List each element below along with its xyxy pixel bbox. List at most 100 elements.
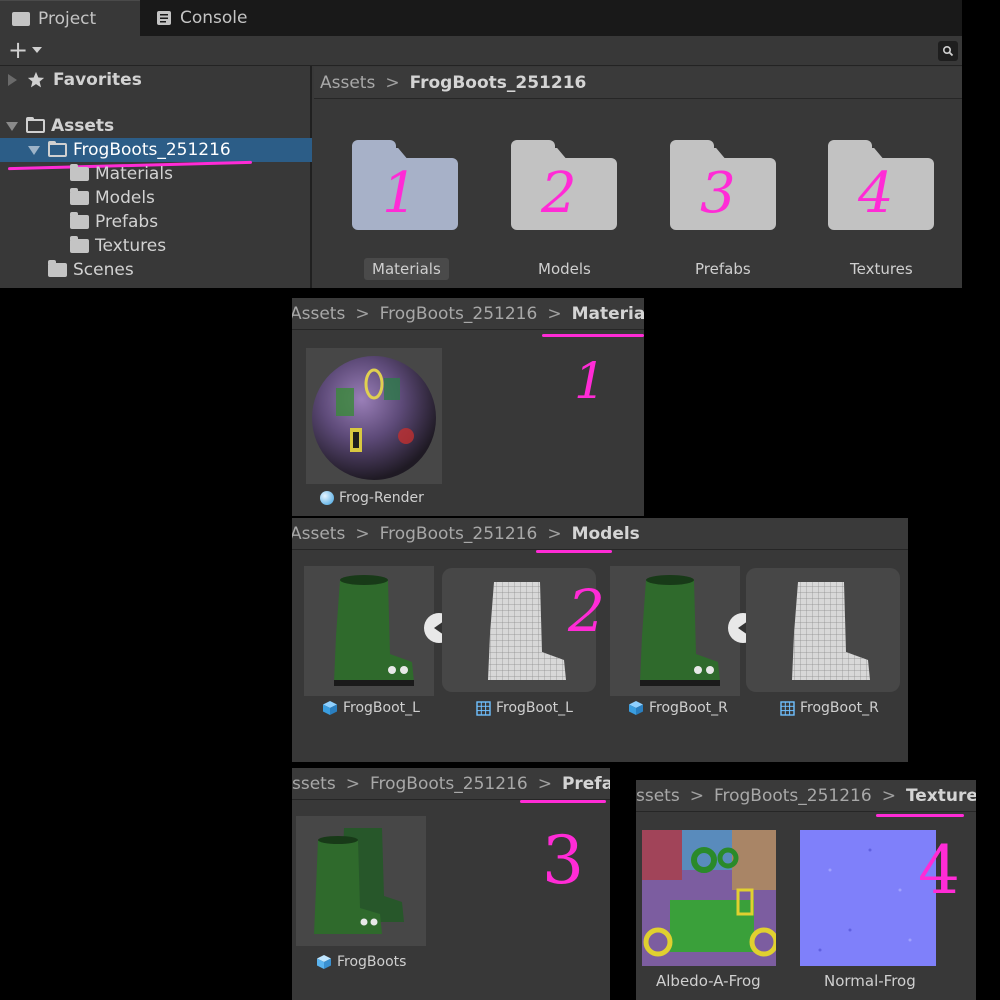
annotation-underline (536, 550, 612, 553)
annotation-number: 3 (542, 822, 584, 899)
breadcrumb-current[interactable]: Prefabs (562, 774, 610, 794)
breadcrumb: ssets > FrogBoots_251216 > Textures (636, 780, 976, 812)
annotation-number: 2 (568, 577, 605, 645)
folder-open-icon (26, 117, 45, 133)
materials-panel: Assets > FrogBoots_251216 > Materials 1 … (292, 298, 644, 516)
mesh-thumbnail[interactable] (746, 568, 900, 692)
collapse-arrow-icon (6, 121, 18, 131)
texture-item[interactable]: Normal-Frog (824, 972, 916, 990)
model-thumbnail[interactable] (304, 566, 434, 696)
annotation-number: 1 (574, 352, 606, 410)
star-icon (27, 71, 45, 88)
folder-icon (70, 212, 89, 229)
folder-icon (70, 236, 89, 253)
folder-label-models[interactable]: Models (538, 260, 591, 278)
mesh-item[interactable]: FrogBoot_L (476, 700, 573, 716)
breadcrumb-mid[interactable]: FrogBoots_251216 (380, 304, 538, 324)
material-sphere-icon (320, 491, 334, 505)
albedo-texture-thumbnail[interactable] (642, 830, 779, 966)
chevron-right-icon: > (689, 785, 704, 806)
tree-frogboots-folder[interactable]: FrogBoots_251216 (0, 138, 312, 162)
tab-project[interactable]: Project (0, 0, 140, 36)
folder-icon (12, 11, 30, 26)
breadcrumb-root[interactable]: Assets (292, 304, 345, 324)
prefab-thumbnail[interactable] (296, 816, 426, 946)
material-thumbnail[interactable] (306, 348, 442, 484)
breadcrumb-current[interactable]: FrogBoots_251216 (410, 73, 587, 93)
breadcrumb: Assets > FrogBoots_251216 (314, 67, 962, 99)
breadcrumb-root[interactable]: ssets (292, 774, 336, 794)
chevron-right-icon: > (345, 773, 360, 794)
annotation-number: 2 (541, 161, 577, 226)
texture-normal-icon (800, 830, 936, 966)
folder-label-materials[interactable]: Materials (364, 258, 449, 280)
search-icon (942, 45, 954, 57)
folder-label-textures[interactable]: Textures (850, 260, 913, 278)
breadcrumb-current[interactable]: Textures (906, 786, 976, 806)
breadcrumb-root[interactable]: ssets (636, 786, 680, 806)
breadcrumb-mid[interactable]: FrogBoots_251216 (370, 774, 528, 794)
tree-item-scenes[interactable]: Scenes (0, 258, 312, 282)
model-cube-icon (629, 701, 643, 715)
material-item[interactable]: Frog-Render (320, 490, 424, 506)
add-button[interactable]: + (8, 38, 43, 62)
texture-item[interactable]: Albedo-A-Frog (656, 972, 761, 990)
collapse-arrow-icon (28, 145, 40, 155)
breadcrumb-root[interactable]: Assets (320, 73, 375, 93)
project-window: Project Console + Favorites Assets FrogB… (0, 0, 962, 288)
material-sphere-preview (312, 356, 436, 480)
breadcrumb-current[interactable]: Models (572, 524, 640, 544)
model-item-label: FrogBoot_R (649, 700, 728, 716)
folder-open-icon (48, 141, 67, 157)
annotation-underline (542, 334, 644, 337)
annotation-underline (876, 814, 964, 817)
tree-assets[interactable]: Assets (0, 114, 312, 138)
model-item-label: FrogBoot_L (343, 700, 420, 716)
boots-pair-preview (314, 828, 404, 934)
folder-tree: Favorites Assets FrogBoots_251216 Materi… (0, 66, 312, 288)
model-item[interactable]: FrogBoot_R (628, 700, 728, 716)
breadcrumb-mid[interactable]: FrogBoots_251216 (714, 786, 872, 806)
folder-textures-icon[interactable]: 4 (828, 140, 934, 230)
folder-prefabs-icon[interactable]: 3 (670, 140, 776, 230)
tree-item-models[interactable]: Models (0, 186, 312, 210)
tree-item-label: Scenes (73, 260, 134, 280)
folder-icon (70, 188, 89, 205)
tree-item-textures[interactable]: Textures (0, 234, 312, 258)
mesh-item-label: FrogBoot_L (496, 700, 573, 716)
mesh-item[interactable]: FrogBoot_R (780, 700, 879, 716)
mesh-grid-icon (780, 700, 795, 716)
folder-icon (70, 164, 89, 181)
prefabs-panel: ssets > FrogBoots_251216 > Prefabs 3 Fro… (292, 768, 610, 1000)
boot-preview (334, 575, 414, 686)
texture-item-label: Albedo-A-Frog (656, 972, 761, 990)
textures-panel: ssets > FrogBoots_251216 > Textures Albe… (636, 780, 976, 1000)
folder-materials-icon[interactable]: 1 (352, 140, 458, 230)
mesh-preview (792, 582, 870, 680)
annotation-number: 4 (918, 832, 960, 909)
breadcrumb-current[interactable]: Materials (572, 304, 644, 324)
model-item[interactable]: FrogBoot_L (322, 700, 420, 716)
tree-item-label: Prefabs (95, 212, 159, 232)
tab-bar: Project Console (0, 0, 962, 36)
folder-label-prefabs[interactable]: Prefabs (695, 260, 751, 278)
model-thumbnail[interactable] (610, 566, 740, 696)
search-button[interactable] (938, 41, 958, 61)
tree-item-materials[interactable]: Materials (0, 162, 312, 186)
breadcrumb-root[interactable]: Assets (292, 524, 345, 544)
chevron-right-icon: > (385, 72, 400, 93)
folder-models-icon[interactable]: 2 (511, 140, 617, 230)
chevron-right-icon: > (881, 785, 896, 806)
annotation-number: 4 (858, 161, 894, 226)
breadcrumb-mid[interactable]: FrogBoots_251216 (380, 524, 538, 544)
annotation-number: 1 (382, 161, 418, 226)
annotation-underline (520, 800, 606, 803)
tree-item-prefabs[interactable]: Prefabs (0, 210, 312, 234)
chevron-right-icon: > (547, 303, 562, 324)
tree-item-label: Materials (95, 164, 173, 184)
prefab-item[interactable]: FrogBoots (316, 954, 406, 970)
tab-console[interactable]: Console (156, 0, 286, 36)
tree-favorites[interactable]: Favorites (0, 68, 312, 92)
breadcrumb: Assets > FrogBoots_251216 > Materials (292, 298, 644, 330)
normal-texture-thumbnail[interactable] (800, 830, 936, 966)
